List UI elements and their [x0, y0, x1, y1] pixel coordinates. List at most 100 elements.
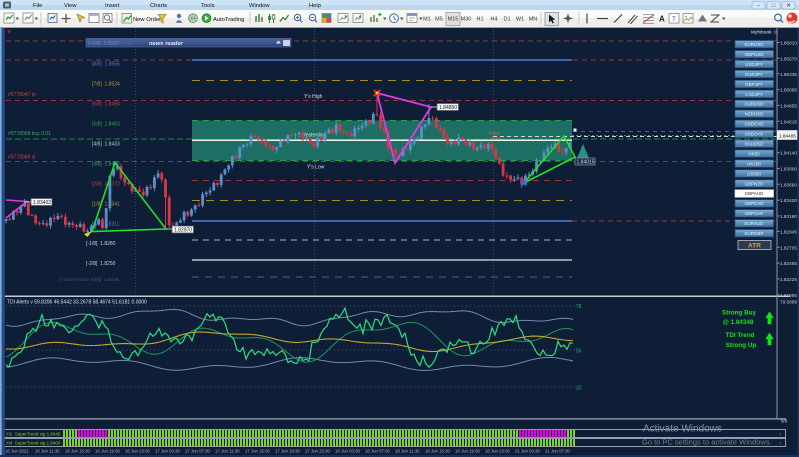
- svg-text:@ 1.84348: @ 1.84348: [723, 319, 754, 326]
- svg-text:#5778068 buy 0.01: #5778068 buy 0.01: [8, 131, 51, 137]
- svg-text:AUDUSD: AUDUSD: [744, 102, 764, 107]
- svg-text:9/9: 9/9: [781, 419, 788, 424]
- svg-text:H1 SuperTrend sig 1.8440: H1 SuperTrend sig 1.8440: [7, 432, 61, 437]
- svg-text:18 Jun 23:30: 18 Jun 23:30: [485, 448, 510, 453]
- svg-text:[+2/8] 1.8586: [+2/8] 1.8586: [88, 41, 119, 47]
- svg-text:1.82225: 1.82225: [780, 277, 797, 282]
- svg-text:NZDUSD: NZDUSD: [745, 112, 764, 117]
- svg-text:H4: H4: [490, 17, 497, 23]
- svg-text:Help: Help: [309, 3, 321, 9]
- svg-text:M30: M30: [461, 17, 472, 23]
- svg-text:1.81985: 1.81985: [780, 293, 797, 298]
- svg-text:EURGBP: EURGBP: [744, 231, 763, 236]
- svg-text:CADJPY: CADJPY: [745, 92, 763, 97]
- svg-text:[4/8] 1.8433: [4/8] 1.8433: [92, 142, 120, 148]
- svg-text:−: −: [757, 3, 760, 9]
- svg-text:1.85570: 1.85570: [780, 56, 797, 61]
- svg-text:[1/8] 1.8341: [1/8] 1.8341: [92, 202, 120, 208]
- svg-text:GBPNZD: GBPNZD: [745, 181, 765, 186]
- svg-text:EURAUD: EURAUD: [744, 221, 764, 226]
- svg-text:[-1/3rd Frame Shift] 1.8228: [-1/3rd Frame Shift] 1.8228: [60, 277, 119, 283]
- svg-text:17 Jun 15:30: 17 Jun 15:30: [245, 448, 270, 453]
- svg-text:[-1/8] 1.8280: [-1/8] 1.8280: [86, 241, 116, 247]
- svg-text:17 Jun 23:30: 17 Jun 23:30: [305, 448, 330, 453]
- svg-text:D1: D1: [503, 17, 510, 23]
- svg-text:1.83420: 1.83420: [780, 198, 797, 203]
- svg-text:18 Jun 19:30: 18 Jun 19:30: [455, 448, 480, 453]
- svg-text:Y's High: Y's High: [304, 94, 323, 100]
- svg-text:[6/8] 1.8494: [6/8] 1.8494: [92, 102, 120, 108]
- svg-text:M5: M5: [435, 17, 443, 23]
- svg-text:Y's Low: Y's Low: [307, 165, 325, 171]
- svg-text:16 Jun 2021: 16 Jun 2021: [5, 448, 29, 453]
- svg-text:18 Jun 03:30: 18 Jun 03:30: [335, 448, 360, 453]
- svg-text:news reader: news reader: [149, 41, 184, 47]
- svg-text:32: 32: [576, 386, 582, 392]
- svg-text:W1: W1: [516, 17, 524, 23]
- svg-text:#5778047 tp: #5778047 tp: [8, 92, 36, 98]
- svg-text:[-2/8] 1.8250: [-2/8] 1.8250: [86, 261, 116, 267]
- svg-text:USDCAD: USDCAD: [744, 122, 764, 127]
- svg-text:17 Jun 11:30: 17 Jun 11:30: [215, 448, 240, 453]
- svg-text:Charts: Charts: [150, 3, 167, 9]
- svg-text:UK100: UK100: [747, 161, 761, 166]
- svg-text:1.84850: 1.84850: [439, 105, 457, 111]
- svg-text:1.83402: 1.83402: [33, 200, 51, 206]
- svg-text:Strong Up: Strong Up: [726, 342, 757, 349]
- svg-text:18 Jun 15:30: 18 Jun 15:30: [425, 448, 450, 453]
- svg-text:17 Jun 19:30: 17 Jun 19:30: [275, 448, 300, 453]
- svg-text:TDI Trend: TDI Trend: [725, 332, 754, 339]
- svg-text:↕: ↕: [779, 432, 781, 437]
- svg-text:XAUUSD: XAUUSD: [745, 142, 765, 147]
- svg-text:50: 50: [576, 349, 582, 355]
- svg-text:EURJPY: EURJPY: [745, 72, 763, 77]
- svg-text:GBPAUD: GBPAUD: [745, 191, 764, 196]
- svg-text:USDJPY: USDJPY: [745, 62, 763, 67]
- svg-text:1.82705: 1.82705: [780, 245, 797, 250]
- svg-text:17 Jun 07:30: 17 Jun 07:30: [185, 448, 210, 453]
- svg-text:21 Jun 03:30: 21 Jun 03:30: [515, 448, 540, 453]
- svg-text:16 Jun 11:30: 16 Jun 11:30: [35, 448, 60, 453]
- svg-text:1.85095: 1.85095: [780, 88, 797, 93]
- svg-text:1.84140: 1.84140: [780, 151, 797, 156]
- svg-text:T: T: [672, 16, 676, 23]
- svg-text:↕: ↕: [779, 441, 781, 446]
- svg-text:View: View: [64, 3, 77, 9]
- svg-text:79.6899: 79.6899: [780, 300, 797, 305]
- svg-text:[8/8] 1.8555: [8/8] 1.8555: [92, 62, 120, 68]
- svg-text:A: A: [659, 15, 665, 24]
- svg-text:ATR: ATR: [748, 243, 761, 250]
- svg-text:MN: MN: [529, 17, 538, 23]
- svg-text:1.83900: 1.83900: [780, 167, 797, 172]
- svg-text:1.83180: 1.83180: [780, 214, 797, 219]
- svg-text:Window: Window: [249, 3, 270, 9]
- svg-text:16 Jun 23:30: 16 Jun 23:30: [125, 448, 150, 453]
- svg-text:File: File: [33, 3, 42, 9]
- svg-text:[5/8] 1.8463: [5/8] 1.8463: [92, 122, 120, 128]
- svg-text:AutoTrading: AutoTrading: [213, 17, 244, 23]
- svg-text:GBPJPY: GBPJPY: [745, 82, 763, 87]
- svg-text:78: 78: [576, 304, 582, 310]
- svg-text:1.84015: 1.84015: [577, 160, 595, 166]
- svg-text:16 Jun 19:30: 16 Jun 19:30: [95, 448, 120, 453]
- svg-text:Myfxbook ☺: Myfxbook ☺: [751, 30, 778, 36]
- svg-text:H4 SuperTrend sig 1.8400: H4 SuperTrend sig 1.8400: [7, 441, 61, 446]
- svg-text:GBPUSD: GBPUSD: [744, 52, 764, 57]
- svg-text:18 Jun 11:30: 18 Jun 11:30: [395, 448, 420, 453]
- svg-text:18 Jun 07:30: 18 Jun 07:30: [365, 448, 390, 453]
- svg-text:#5778068 sl: #5778068 sl: [8, 155, 35, 161]
- svg-text:17 Jun 03:30: 17 Jun 03:30: [155, 448, 180, 453]
- svg-text:HK50: HK50: [748, 151, 760, 156]
- svg-text:Activate Windows: Activate Windows: [643, 424, 722, 435]
- svg-text:Tools: Tools: [201, 3, 215, 9]
- svg-text:1.82970: 1.82970: [174, 228, 192, 234]
- svg-text:GBPCHF: GBPCHF: [745, 211, 764, 216]
- svg-text:M1: M1: [423, 17, 431, 23]
- svg-text:1.84615: 1.84615: [780, 119, 797, 124]
- svg-text:Insert: Insert: [105, 3, 120, 9]
- svg-text:[2/8] 1.8372: [2/8] 1.8372: [92, 182, 120, 188]
- svg-text:GBPCAD: GBPCAD: [744, 201, 764, 206]
- svg-text:[7/8] 1.8524: [7/8] 1.8524: [92, 82, 120, 88]
- svg-text:EURUSD: EURUSD: [744, 42, 764, 47]
- svg-text:1.83660: 1.83660: [780, 182, 797, 187]
